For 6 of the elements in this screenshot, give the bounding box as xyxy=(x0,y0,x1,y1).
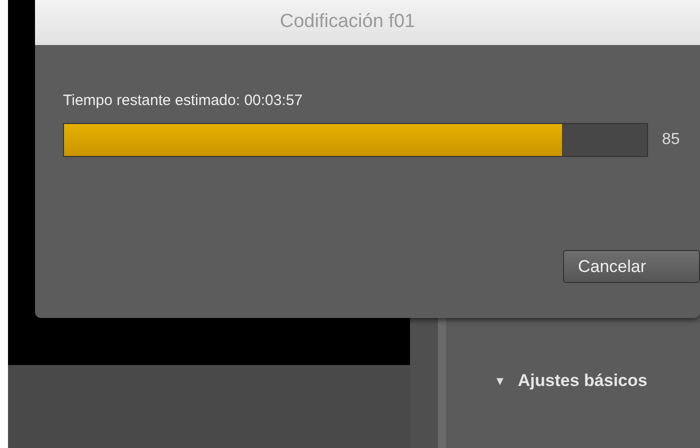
expand-toggle[interactable]: ▼ xyxy=(494,372,506,390)
window-title: Codificación f01 xyxy=(280,10,416,34)
status-text: Tiempo restante estimado: 00:03:57 xyxy=(63,91,303,111)
cancel-button[interactable]: Cancelar xyxy=(563,250,700,283)
section-title: Ajustes básicos xyxy=(518,370,648,392)
progress-percent: 85 xyxy=(662,130,680,150)
